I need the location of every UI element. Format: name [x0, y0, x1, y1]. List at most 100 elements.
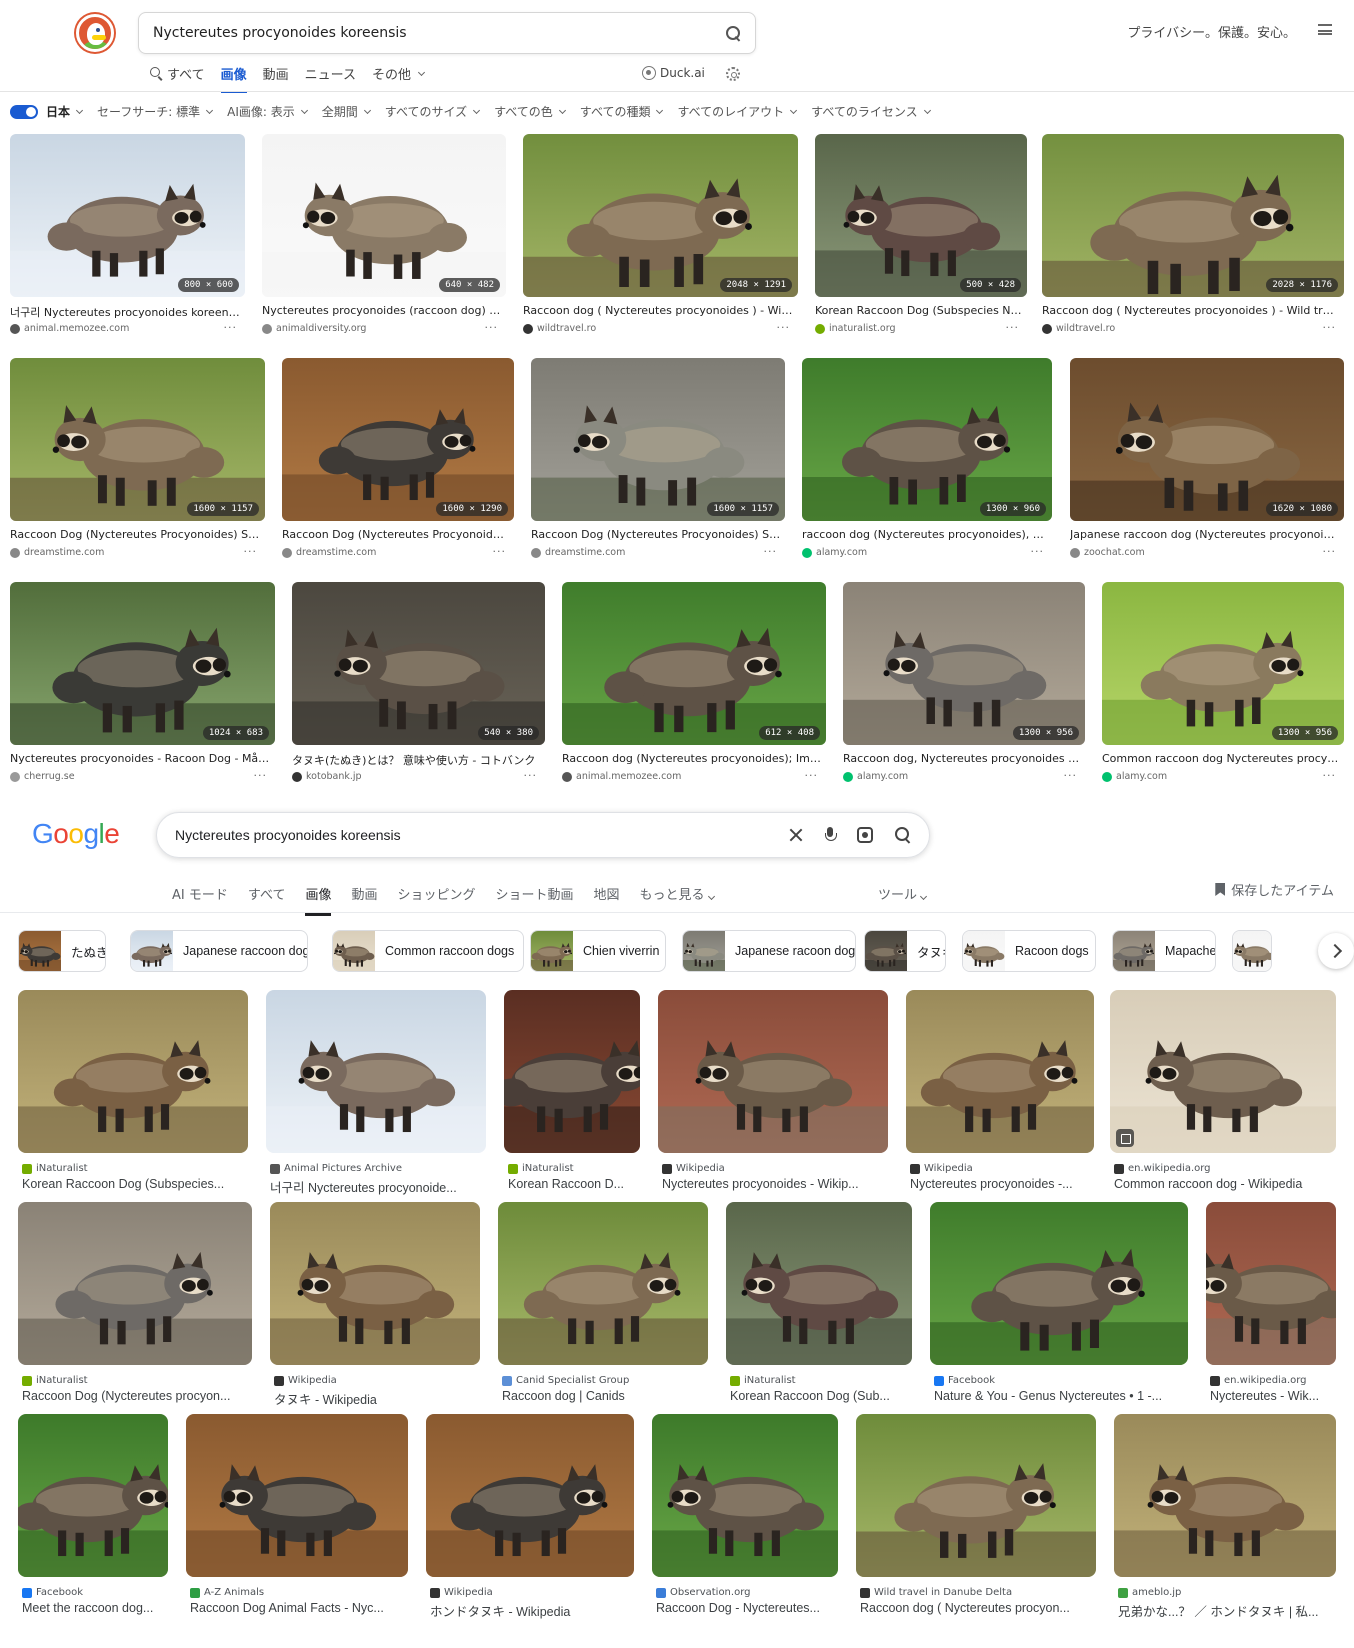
- result-source[interactable]: dreamstime.com: [531, 547, 625, 558]
- related-chip[interactable]: たぬき: [18, 930, 106, 972]
- result-source[interactable]: wildtravel.ro: [523, 323, 596, 334]
- chevron-right-icon[interactable]: [1318, 933, 1354, 969]
- related-chip[interactable]: Racoon dogs: [962, 930, 1096, 972]
- more-options-icon[interactable]: ···: [1031, 545, 1045, 558]
- result-thumbnail[interactable]: 540 × 380: [292, 582, 545, 745]
- ddg-tab-3[interactable]: ニュース: [305, 64, 356, 93]
- result-source[interactable]: alamy.com: [802, 547, 867, 558]
- ddg-tab-0[interactable]: すべて: [150, 64, 205, 93]
- result-title[interactable]: Nyctereutes procyonoides - Racoon Dog - …: [10, 752, 271, 765]
- result-title[interactable]: Raccoon dog (Nyctereutes procyonoides); …: [562, 752, 822, 765]
- clear-icon[interactable]: [789, 828, 803, 842]
- result-source[interactable]: dreamstime.com: [282, 547, 376, 558]
- more-options-icon[interactable]: ···: [805, 769, 819, 782]
- camera-lens-icon[interactable]: [857, 827, 873, 843]
- result-thumbnail[interactable]: [18, 1414, 168, 1577]
- result-source[interactable]: animal.memozee.com: [10, 323, 129, 334]
- more-options-icon[interactable]: ···: [524, 769, 538, 782]
- result-title[interactable]: 너구리 Nyctereutes procyonoide...: [270, 1177, 484, 1196]
- result-title[interactable]: Raccoon dog | Canids: [502, 1389, 706, 1403]
- duck-ai-link[interactable]: Duck.ai: [642, 66, 705, 80]
- ddg-image-result[interactable]: 1024 × 683 Nyctereutes procyonoides - Rac…: [10, 582, 275, 789]
- result-title[interactable]: Japanese raccoon dog (Nyctereutes procyo…: [1070, 528, 1340, 541]
- result-title[interactable]: Korean Raccoon Dog (Subspecies...: [22, 1177, 246, 1191]
- result-source[interactable]: Wikipedia: [274, 1375, 337, 1386]
- more-options-icon[interactable]: ···: [764, 545, 778, 558]
- google-image-result[interactable]: Wikipedia Nyctereutes procyonoides -...: [906, 990, 1094, 1197]
- result-title[interactable]: 兄弟かな...？ ／ ホンドタヌキ | 私...: [1118, 1601, 1334, 1620]
- result-source[interactable]: kotobank.jp: [292, 771, 362, 782]
- result-thumbnail[interactable]: 2048 × 1291: [523, 134, 798, 297]
- google-image-result[interactable]: Animal Pictures Archive 너구리 Nyctereutes p…: [266, 990, 486, 1197]
- result-title[interactable]: Raccoon Dog (Nyctereutes Procyonoides) S…: [531, 528, 781, 541]
- google-image-result[interactable]: Wild travel in Danube Delta Raccoon dog (…: [856, 1414, 1096, 1621]
- result-title[interactable]: Raccoon dog, Nyctereutes procyonoides St…: [843, 752, 1081, 765]
- google-image-result[interactable]: Wikipedia Nyctereutes procyonoides - Wiki…: [658, 990, 888, 1197]
- google-image-result[interactable]: A-Z Animals Raccoon Dog Animal Facts - Ny…: [186, 1414, 408, 1621]
- result-thumbnail[interactable]: 1024 × 683: [10, 582, 275, 745]
- ddg-image-result[interactable]: 1300 × 956 Raccoon dog, Nyctereutes procy…: [843, 582, 1085, 789]
- result-source[interactable]: en.wikipedia.org: [1210, 1375, 1307, 1386]
- google-search-box[interactable]: Nyctereutes procyonoides koreensis: [156, 812, 930, 858]
- result-title[interactable]: Nyctereutes procyonoides - Wikip...: [662, 1177, 886, 1191]
- result-source[interactable]: dreamstime.com: [10, 547, 104, 558]
- ddg-filter-8[interactable]: すべてのライセンス: [811, 103, 931, 120]
- ddg-image-result[interactable]: 1600 × 1290 Raccoon Dog (Nyctereutes Proc…: [282, 358, 514, 565]
- ddg-image-result[interactable]: 2028 × 1176 Raccoon dog ( Nyctereutes pro…: [1042, 134, 1344, 341]
- google-image-result[interactable]: iNaturalist Korean Raccoon D...: [504, 990, 640, 1197]
- result-title[interactable]: ホンドタヌキ - Wikipedia: [430, 1601, 632, 1620]
- result-thumbnail[interactable]: [1114, 1414, 1336, 1577]
- result-thumbnail[interactable]: [266, 990, 486, 1153]
- more-options-icon[interactable]: ···: [224, 321, 238, 334]
- result-source[interactable]: alamy.com: [1102, 771, 1167, 782]
- more-options-icon[interactable]: ···: [1064, 769, 1078, 782]
- result-thumbnail[interactable]: [186, 1414, 408, 1577]
- google-image-result[interactable]: Facebook Nature & You - Genus Nyctereutes…: [930, 1202, 1188, 1409]
- ddg-tab-4[interactable]: その他: [372, 64, 426, 93]
- result-thumbnail[interactable]: [1206, 1202, 1336, 1365]
- ddg-image-result[interactable]: 2048 × 1291 Raccoon dog ( Nyctereutes pro…: [523, 134, 798, 341]
- result-thumbnail[interactable]: [1110, 990, 1336, 1153]
- result-title[interactable]: Raccoon Dog (Nyctereutes procyon...: [22, 1389, 250, 1403]
- google-image-result[interactable]: Observation.org Raccoon Dog - Nyctereutes…: [652, 1414, 838, 1621]
- result-source[interactable]: zoochat.com: [1070, 547, 1145, 558]
- more-options-icon[interactable]: ···: [485, 321, 499, 334]
- result-source[interactable]: animaldiversity.org: [262, 323, 366, 334]
- google-image-result[interactable]: iNaturalist Korean Raccoon Dog (Sub...: [726, 1202, 912, 1409]
- result-thumbnail[interactable]: 1300 × 956: [1102, 582, 1344, 745]
- tools-dropdown[interactable]: ツール: [878, 884, 928, 903]
- result-thumbnail[interactable]: [270, 1202, 480, 1365]
- related-chip[interactable]: Common raccoon dogs: [332, 930, 524, 972]
- result-source[interactable]: Wikipedia: [662, 1163, 725, 1174]
- result-source[interactable]: alamy.com: [843, 771, 908, 782]
- result-title[interactable]: Raccoon dog ( Nyctereutes procyonoides )…: [1042, 304, 1340, 317]
- ddg-filter-7[interactable]: すべてのレイアウト: [677, 103, 798, 120]
- result-title[interactable]: Meet the raccoon dog...: [22, 1601, 166, 1615]
- settings-gear-icon[interactable]: [726, 67, 740, 81]
- result-source[interactable]: wildtravel.ro: [1042, 323, 1115, 334]
- result-source[interactable]: Wikipedia: [910, 1163, 973, 1174]
- google-image-result[interactable]: Wikipedia ホンドタヌキ - Wikipedia: [426, 1414, 634, 1621]
- result-thumbnail[interactable]: [906, 990, 1094, 1153]
- saved-items-link[interactable]: 保存したアイテム: [1215, 880, 1334, 899]
- more-options-icon[interactable]: ···: [1323, 321, 1337, 334]
- ddg-filter-4[interactable]: すべてのサイズ: [385, 103, 481, 120]
- ddg-search-input[interactable]: Nyctereutes procyonoides koreensis: [153, 25, 725, 41]
- result-thumbnail[interactable]: 2028 × 1176: [1042, 134, 1344, 297]
- result-source[interactable]: iNaturalist: [508, 1163, 574, 1174]
- ddg-filter-5[interactable]: すべての色: [494, 103, 566, 120]
- google-image-result[interactable]: iNaturalist Raccoon Dog (Nyctereutes proc…: [18, 1202, 252, 1409]
- result-title[interactable]: Nyctereutes - Wik...: [1210, 1389, 1334, 1403]
- ddg-image-result[interactable]: 1600 × 1157 Raccoon Dog (Nyctereutes Proc…: [531, 358, 785, 565]
- related-chip[interactable]: Chien viverrin: [530, 930, 666, 972]
- result-source[interactable]: Observation.org: [656, 1587, 750, 1598]
- result-thumbnail[interactable]: [18, 1202, 252, 1365]
- result-thumbnail[interactable]: 500 × 428: [815, 134, 1027, 297]
- result-title[interactable]: Nature & You - Genus Nyctereutes • 1 -..…: [934, 1389, 1186, 1403]
- result-source[interactable]: ameblo.jp: [1118, 1587, 1181, 1598]
- ddg-image-result[interactable]: 1300 × 956 Common raccoon dog Nyctereutes…: [1102, 582, 1344, 789]
- result-source[interactable]: Wild travel in Danube Delta: [860, 1587, 1012, 1598]
- result-thumbnail[interactable]: [856, 1414, 1096, 1577]
- result-thumbnail[interactable]: 1300 × 960: [802, 358, 1052, 521]
- google-image-result[interactable]: en.wikipedia.org Common raccoon dog - Wik…: [1110, 990, 1336, 1197]
